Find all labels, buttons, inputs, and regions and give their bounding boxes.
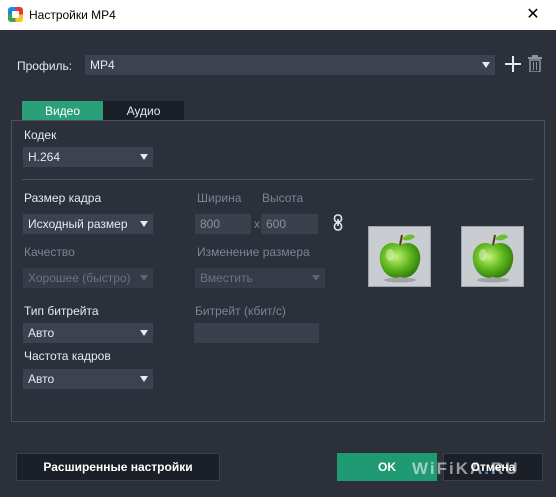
resize-label: Изменение размера [197, 245, 310, 259]
quality-select-value: Хорошее (быстро) [28, 271, 131, 285]
window-title: Настройки MP4 [29, 8, 116, 22]
watermark: WiFiKA.RU [412, 459, 520, 479]
quality-label: Качество [24, 245, 75, 259]
apple-icon [472, 234, 514, 283]
title-bar: Настройки MP4 ✕ [0, 0, 556, 30]
codec-select-value: H.264 [28, 150, 61, 164]
apple-icon [379, 234, 421, 283]
link-chain-icon[interactable] [333, 214, 343, 231]
watermark-text-a: WiFiKA [412, 459, 485, 478]
height-input[interactable]: 600 [261, 214, 318, 234]
chevron-down-icon [140, 275, 148, 281]
bitrate-input[interactable] [194, 323, 319, 343]
width-label: Ширина [197, 191, 242, 205]
frame-rate-select-value: Авто [28, 372, 55, 386]
frame-size-select[interactable]: Исходный размер [23, 214, 153, 234]
height-label: Высота [262, 191, 304, 205]
resize-select-value: Вместить [200, 271, 253, 285]
chevron-down-icon [140, 330, 148, 336]
bitrate-type-label: Тип битрейта [24, 304, 99, 318]
profile-select[interactable]: MP4 [85, 55, 495, 75]
tab-video[interactable]: Видео [22, 101, 103, 121]
frame-size-label: Размер кадра [24, 191, 102, 205]
width-input[interactable]: 800 [195, 214, 251, 234]
section-divider [22, 179, 533, 180]
trash-icon[interactable] [528, 55, 542, 72]
codec-label: Кодек [24, 128, 57, 142]
preview-original [368, 226, 431, 287]
chevron-down-icon [140, 154, 148, 160]
size-separator: x [254, 217, 260, 231]
frame-size-select-value: Исходный размер [28, 217, 128, 231]
plus-icon[interactable] [505, 56, 521, 72]
watermark-dot: . [484, 459, 492, 478]
bitrate-type-select[interactable]: Авто [23, 323, 153, 343]
quality-select[interactable]: Хорошее (быстро) [23, 268, 153, 288]
resize-select[interactable]: Вместить [195, 268, 325, 288]
watermark-text-b: RU [491, 459, 520, 478]
preview-result [461, 226, 524, 287]
app-logo-icon [8, 7, 23, 22]
chevron-down-icon [140, 376, 148, 382]
tab-audio[interactable]: Аудио [103, 101, 184, 121]
advanced-settings-button[interactable]: Расширенные настройки [16, 453, 220, 481]
frame-rate-select[interactable]: Авто [23, 369, 153, 389]
profile-label: Профиль: [17, 59, 73, 73]
frame-rate-label: Частота кадров [24, 349, 111, 363]
chevron-down-icon [312, 275, 320, 281]
bitrate-label: Битрейт (кбит/с) [195, 304, 286, 318]
profile-select-value: MP4 [90, 58, 115, 72]
bitrate-type-select-value: Авто [28, 326, 55, 340]
chevron-down-icon [482, 62, 490, 68]
codec-select[interactable]: H.264 [23, 147, 153, 167]
close-window-button[interactable]: ✕ [510, 0, 556, 30]
chevron-down-icon [140, 221, 148, 227]
